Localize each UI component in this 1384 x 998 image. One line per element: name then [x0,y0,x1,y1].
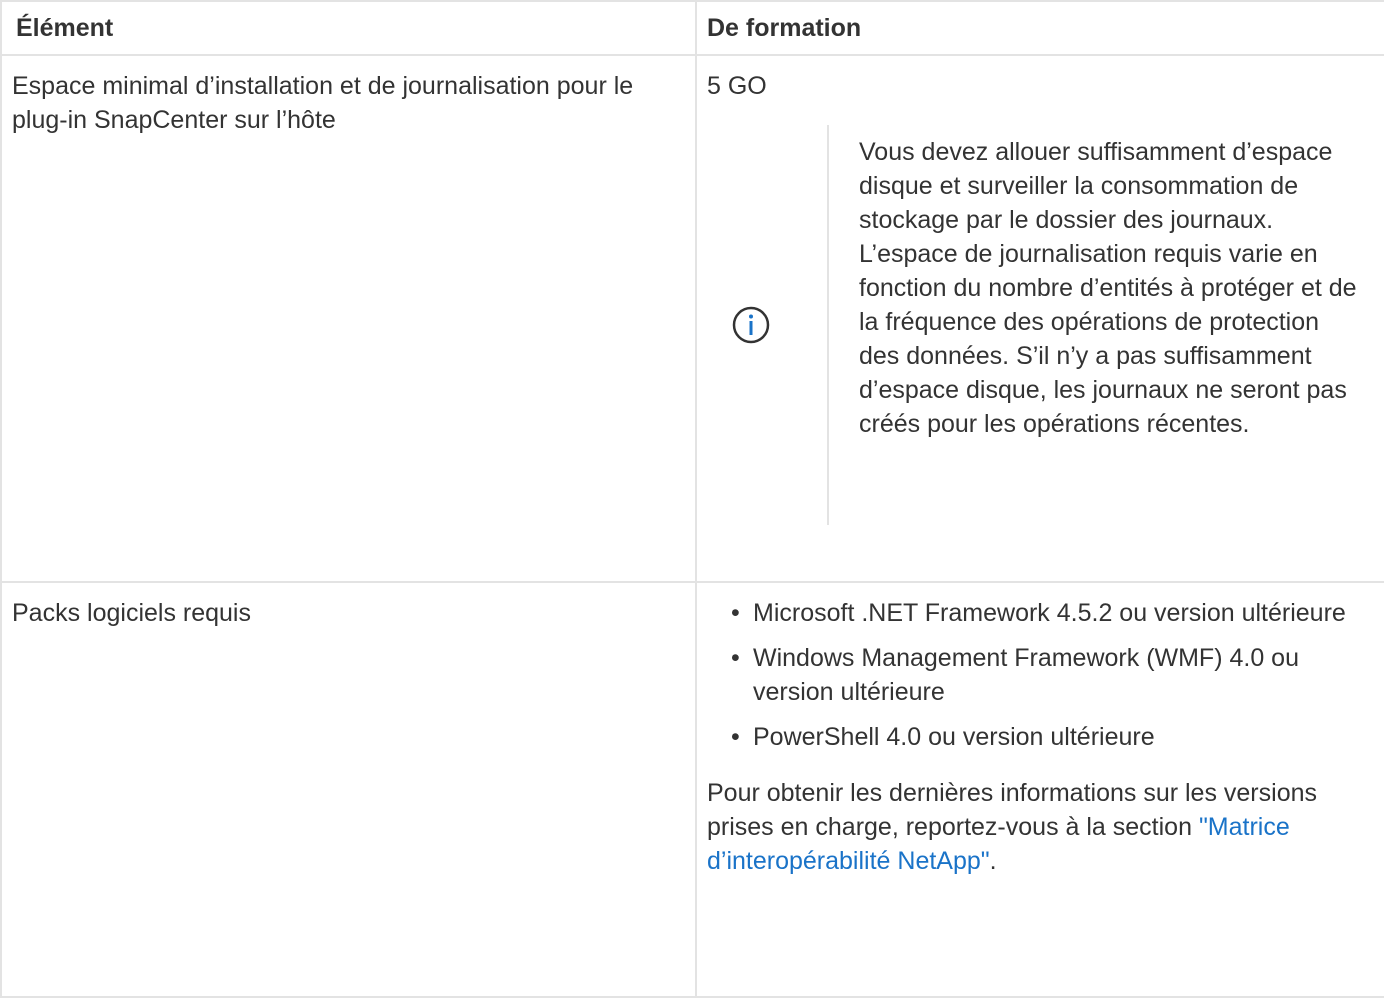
info-paragraph: Pour obtenir les dernières informations … [707,776,1374,878]
header-de-formation: De formation [695,0,1384,56]
requirements-table: Élément De formation Espace minimal d’in… [0,0,1384,998]
table-row: Packs logiciels requis Microsoft .NET Fr… [0,581,1384,998]
row1-value: 5 GO [707,72,767,100]
list-item: Windows Management Framework (WMF) 4.0 o… [731,641,1374,709]
row1-value-cell: 5 GO Vous devez allouer suffisamment d’e… [695,54,1384,583]
row2-item: Packs logiciels requis [0,581,697,998]
info-circle-icon [732,306,770,344]
header-element: Élément [0,0,697,56]
row2-value-cell: Microsoft .NET Framework 4.5.2 ou versio… [695,581,1384,998]
note-block: Vous devez allouer suffisamment d’espace… [707,125,1374,525]
packages-list: Microsoft .NET Framework 4.5.2 ou versio… [707,596,1374,754]
trailing-period: . [989,847,997,875]
row1-item: Espace minimal d’installation et de jour… [0,54,697,583]
table-header-row: Élément De formation [0,0,1384,56]
table-row: Espace minimal d’installation et de jour… [0,54,1384,583]
note-text: Vous devez allouer suffisamment d’espace… [859,138,1357,438]
list-item: PowerShell 4.0 ou version ultérieure [731,720,1374,754]
list-item: Microsoft .NET Framework 4.5.2 ou versio… [731,596,1374,630]
